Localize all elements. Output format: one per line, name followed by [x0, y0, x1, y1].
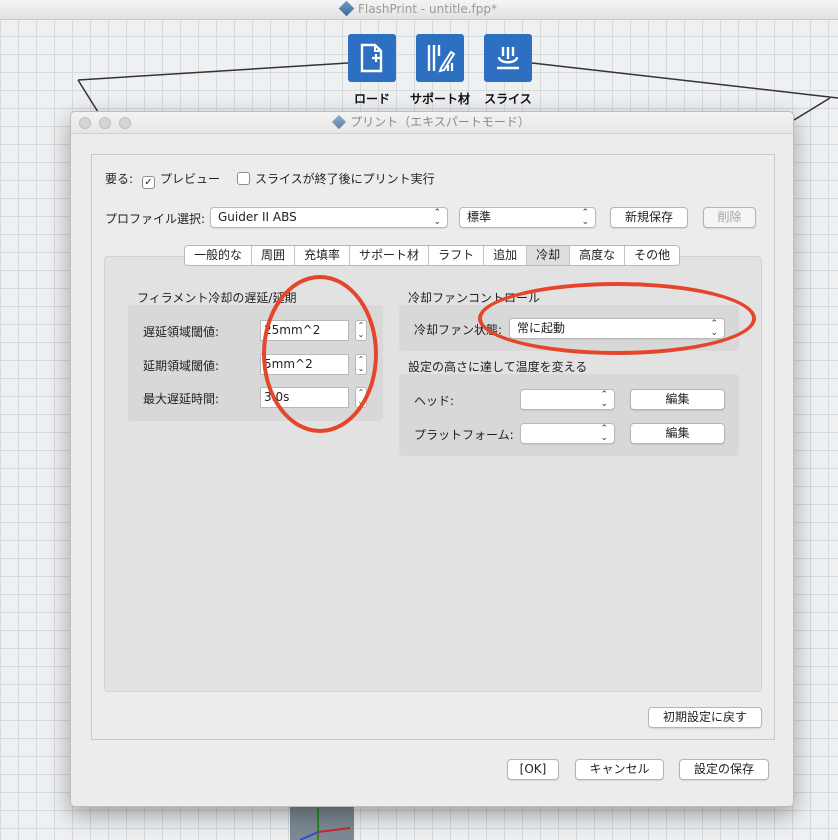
chevron-updown-icon: ⌃ ⌄ [433, 208, 441, 227]
preview-label: プレビュー [160, 172, 221, 186]
profile-value: Guider II ABS [218, 210, 297, 224]
print-expert-dialog: プリント（エキスパートモード） 要る: ✓ プレビュー スライスが終了後にプリント… [70, 111, 794, 807]
tab-other[interactable]: その他 [625, 246, 679, 265]
close-window-button[interactable] [79, 117, 91, 129]
save-settings-button[interactable]: 設定の保存 [679, 759, 769, 780]
dialog-logo-icon [332, 114, 347, 130]
profile-select[interactable]: Guider II ABS ⌃ ⌄ [210, 207, 448, 228]
platform-label: プラットフォーム: [414, 428, 514, 442]
temp-group-box: ヘッド: ⌃ ⌄ 編集 プラットフォーム: ⌃ ⌄ 編集 [399, 374, 739, 456]
zoom-window-button[interactable] [119, 117, 131, 129]
load-button[interactable] [348, 34, 396, 82]
require-label: 要る: [105, 172, 134, 186]
max-delay-label: 最大遅延時間: [143, 392, 220, 406]
load-label: ロード [353, 92, 390, 106]
settings-panel: 要る: ✓ プレビュー スライスが終了後にプリント実行 プロファイル選択: Gui… [91, 154, 775, 740]
slice-icon [497, 47, 519, 70]
load-tool[interactable]: ロード [337, 34, 407, 107]
head-label: ヘッド: [414, 394, 455, 408]
settings-tabs: 一般的な 周囲 充填率 サポート材 ラフト 追加 冷却 高度な その他 [184, 245, 681, 266]
print-after-slice-check-box[interactable] [237, 172, 250, 185]
chevron-updown-icon: ⌃ ⌄ [581, 208, 589, 227]
preview-checkbox[interactable]: ✓ プレビュー [142, 170, 220, 189]
head-edit-button[interactable]: 編集 [630, 389, 725, 410]
tab-perimeter[interactable]: 周囲 [252, 246, 296, 265]
tab-support[interactable]: サポート材 [350, 246, 430, 265]
annotation-circle-fan [478, 282, 756, 355]
support-pencil-icon [427, 45, 456, 73]
quality-value: 標準 [467, 210, 492, 224]
tab-cooling[interactable]: 冷却 [527, 246, 571, 265]
minimize-window-button[interactable] [99, 117, 111, 129]
quality-select[interactable]: 標準 ⌃ ⌄ [459, 207, 596, 228]
tab-raft[interactable]: ラフト [429, 246, 485, 265]
head-select[interactable]: ⌃ ⌄ [520, 389, 615, 410]
dialog-title-bar: プリント（エキスパートモード） [71, 112, 793, 134]
print-after-slice-label: スライスが終了後にプリント実行 [255, 172, 435, 186]
cancel-button[interactable]: キャンセル [575, 759, 664, 780]
delay-group-title: フィラメント冷却の遅延/延期 [137, 291, 297, 305]
dialog-title: プリント（エキスパートモード） [350, 115, 530, 129]
support-tool[interactable]: サポート材 [405, 34, 475, 107]
slice-button[interactable] [484, 34, 532, 82]
cooling-tab-pane: フィラメント冷却の遅延/延期 遅延領域閾値: 25mm^2 ⌃ ⌄ 延期領域閾値:… [104, 256, 762, 692]
delete-button[interactable]: 削除 [703, 207, 756, 228]
chevron-updown-icon: ⌃ ⌄ [600, 424, 608, 443]
tab-general[interactable]: 一般的な [185, 246, 253, 265]
reset-defaults-button[interactable]: 初期設定に戻す [648, 707, 762, 728]
slice-tool[interactable]: スライス [473, 34, 543, 107]
annotation-circle-delay [262, 275, 378, 433]
extend-threshold-label: 延期領域閾値: [143, 359, 220, 373]
add-file-icon [360, 43, 383, 73]
platform-select[interactable]: ⌃ ⌄ [520, 423, 615, 444]
temp-group-title: 設定の高さに達して温度を変える [408, 360, 588, 374]
chevron-updown-icon: ⌃ ⌄ [600, 390, 608, 409]
print-after-slice-checkbox[interactable]: スライスが終了後にプリント実行 [237, 170, 435, 187]
platform-edit-button[interactable]: 編集 [630, 423, 725, 444]
support-label: サポート材 [409, 92, 470, 106]
slowdown-threshold-label: 遅延領域閾値: [143, 325, 220, 339]
preview-check-icon[interactable]: ✓ [142, 176, 155, 189]
tab-infill[interactable]: 充填率 [295, 246, 351, 265]
tab-advanced[interactable]: 高度な [570, 246, 626, 265]
slice-label: スライス [484, 92, 532, 106]
ok-button[interactable]: [OK] [507, 759, 559, 780]
support-button[interactable] [416, 34, 464, 82]
tab-extra[interactable]: 追加 [484, 246, 528, 265]
profile-label: プロファイル選択: [105, 212, 206, 226]
save-new-button[interactable]: 新規保存 [610, 207, 688, 228]
